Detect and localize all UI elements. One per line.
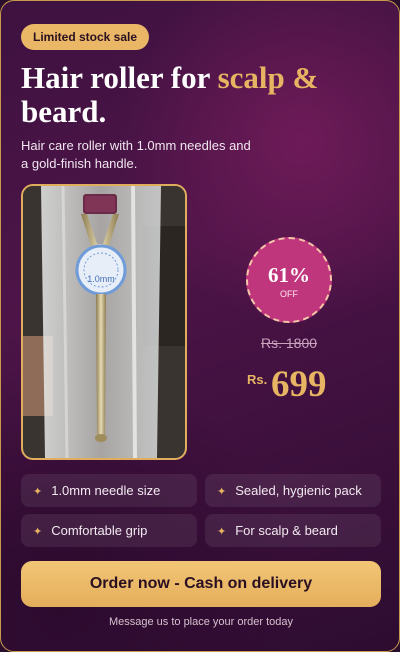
- feature-scalp-beard: ✦ For scalp & beard: [205, 514, 381, 547]
- sale-price: 699: [271, 364, 327, 405]
- feature-needle-size: ✦ 1.0mm needle size: [21, 474, 197, 507]
- feature-sealed-pack: ✦ Sealed, hygienic pack: [205, 474, 381, 507]
- product-image: 1.0mm: [21, 184, 187, 460]
- sparkle-icon: ✦: [33, 526, 43, 538]
- limited-stock-tag: Limited stock sale: [21, 24, 150, 50]
- discount-badge: 61% OFF: [246, 237, 332, 323]
- feature-label: For scalp & beard: [235, 523, 338, 538]
- order-footnote: Message us to place your order today: [108, 616, 294, 628]
- feature-label: Sealed, hygienic pack: [235, 483, 362, 498]
- feature-grip: ✦ Comfortable grip: [21, 514, 197, 547]
- title-part-2: beard.: [21, 94, 107, 129]
- product-card: Limited stock sale Hair roller for scalp…: [0, 0, 400, 652]
- sparkle-icon: ✦: [217, 486, 227, 498]
- title-part-1: Hair roller for: [21, 60, 218, 95]
- original-price: Rs. 1800: [261, 335, 318, 351]
- title-accent: scalp &: [217, 60, 319, 95]
- feature-label: Comfortable grip: [51, 523, 148, 538]
- svg-text:1.0mm: 1.0mm: [87, 274, 115, 284]
- product-description: Hair care roller with 1.0mm needles and …: [21, 138, 251, 171]
- discount-off-label: OFF: [280, 289, 298, 299]
- product-title: Hair roller for scalp & beard.: [21, 61, 381, 129]
- feature-label: 1.0mm needle size: [51, 483, 161, 498]
- price-currency: Rs.: [247, 372, 268, 387]
- order-now-button[interactable]: Order now - Cash on delivery: [21, 561, 381, 607]
- sparkle-icon: ✦: [33, 486, 43, 498]
- discount-percent: 61%: [268, 263, 310, 287]
- sparkle-icon: ✦: [217, 526, 227, 538]
